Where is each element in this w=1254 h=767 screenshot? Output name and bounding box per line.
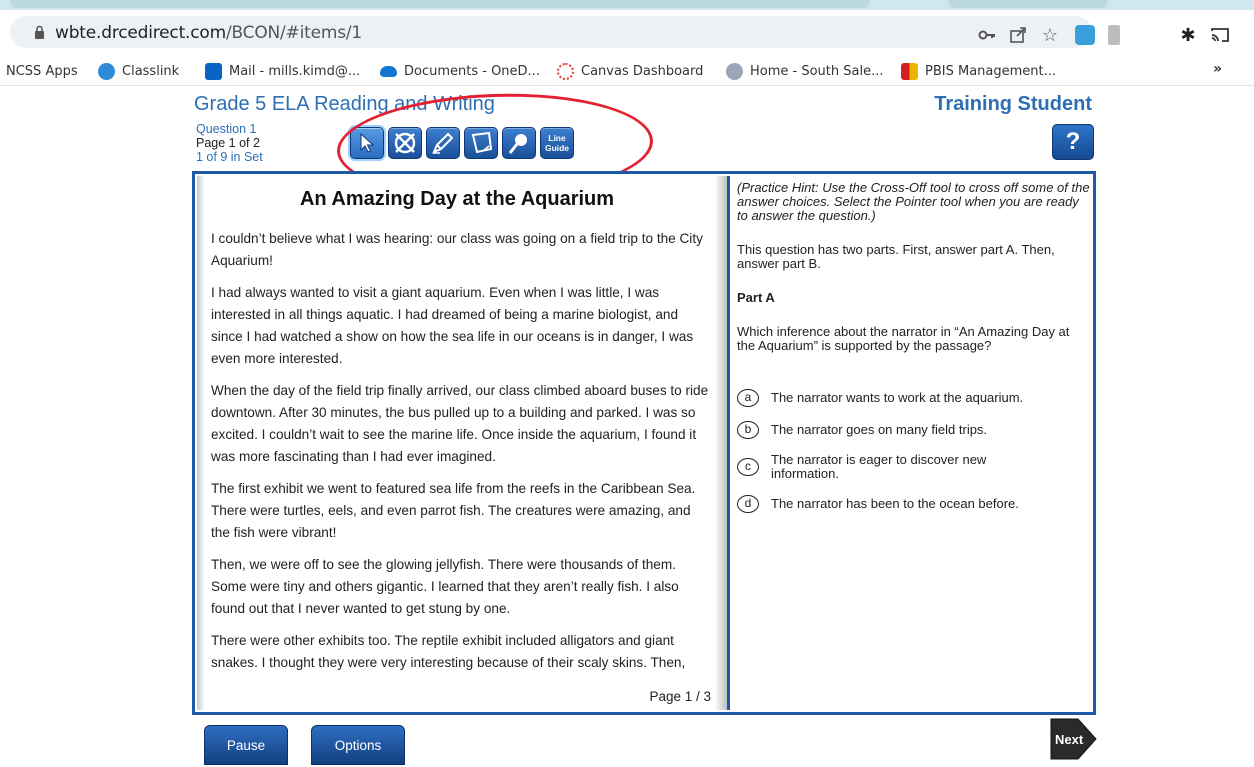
answer-text: The narrator has been to the ocean befor…	[771, 496, 1019, 511]
bookmark-pbis[interactable]: PBIS Management...	[901, 62, 1056, 80]
star-icon[interactable]: ☆	[1040, 25, 1060, 45]
browser-tabstrip	[0, 0, 1254, 10]
tab-background	[948, 0, 1108, 8]
answer-text: The narrator wants to work at the aquari…	[771, 390, 1024, 405]
options-button[interactable]: Options	[311, 725, 405, 765]
passage-paragraph: Then, we were off to see the glowing jel…	[211, 557, 679, 616]
answer-bubble[interactable]: d	[737, 495, 759, 513]
passage-title: An Amazing Day at the Aquarium	[299, 188, 615, 210]
answer-text: The narrator is eager to discover new in…	[771, 452, 987, 481]
passage-page-number: Page 1 / 3	[649, 689, 711, 704]
highlighter-icon	[432, 132, 454, 154]
answer-bubble[interactable]: c	[737, 458, 759, 476]
question-panel: (Practice Hint: Use the Cross-Off tool t…	[737, 181, 1091, 527]
answer-text: The narrator goes on many field trips.	[771, 422, 988, 437]
cloud-icon	[380, 65, 397, 77]
cast-icon[interactable]	[1210, 25, 1230, 45]
item-frame: An Amazing Day at the Aquarium I couldn’…	[192, 171, 1096, 715]
practice-hint: (Practice Hint: Use the Cross-Off tool t…	[737, 180, 1090, 223]
share-icon[interactable]	[1008, 25, 1028, 45]
page-shadow-right	[715, 176, 727, 710]
answer-choice-d[interactable]: d The narrator has been to the ocean bef…	[737, 495, 1091, 513]
pointer-tool-button[interactable]	[350, 127, 384, 159]
highlighter-tool-button[interactable]	[426, 127, 460, 159]
bookmark-mail[interactable]: Mail - mills.kimd@...	[205, 62, 360, 80]
page-indicator: Page 1 of 2	[196, 136, 260, 150]
cross-off-tool-button[interactable]	[388, 127, 422, 159]
question-number: Question 1	[196, 122, 257, 136]
answer-bubble[interactable]: a	[737, 389, 759, 407]
extension-icon[interactable]	[1075, 25, 1095, 45]
part-label: Part A	[737, 290, 775, 305]
passage-panel[interactable]: An Amazing Day at the Aquarium I couldn’…	[197, 176, 730, 710]
passage-paragraph: The first exhibit we went to featured se…	[211, 481, 696, 540]
student-name: Training Student	[934, 93, 1092, 115]
set-indicator: 1 of 9 in Set	[196, 150, 263, 164]
question-intro: This question has two parts. First, answ…	[737, 242, 1055, 271]
line-guide-label: Line Guide	[544, 133, 570, 153]
answer-choice-c[interactable]: c The narrator is eager to discover new …	[737, 453, 1091, 481]
question-info: Question 1 Page 1 of 2 1 of 9 in Set	[196, 122, 263, 164]
bookmark-ncss-apps[interactable]: NCSS Apps	[6, 62, 78, 80]
page-shadow-left	[197, 176, 205, 710]
school-icon	[726, 62, 743, 80]
address-bar: wbte.drcedirect.com/BCON/#items/1 ☆ ✱	[0, 10, 1254, 54]
lock-icon[interactable]	[34, 25, 45, 39]
passage-paragraph: There were other exhibits too. The repti…	[211, 633, 686, 670]
sticky-note-icon	[471, 131, 493, 154]
cross-off-icon	[394, 132, 416, 154]
url-text[interactable]: wbte.drcedirect.com/BCON/#items/1	[55, 23, 362, 43]
key-icon[interactable]	[977, 25, 997, 45]
pause-button[interactable]: Pause	[204, 725, 288, 765]
tools-toolbar: Line Guide	[350, 127, 574, 161]
answer-choice-b[interactable]: b The narrator goes on many field trips.	[737, 421, 1091, 439]
bookmark-onedrive[interactable]: Documents - OneD...	[380, 62, 540, 80]
answer-bubble[interactable]: b	[737, 421, 759, 439]
bookmarks-bar: NCSS Apps Classlink Mail - mills.kimd@..…	[0, 54, 1254, 86]
question-stem: Which inference about the narrator in “A…	[737, 324, 1070, 353]
classlink-icon	[98, 62, 115, 80]
extension-icon[interactable]	[1108, 25, 1120, 45]
puzzle-icon[interactable]: ✱	[1178, 25, 1198, 45]
magnifier-tool-button[interactable]	[502, 127, 536, 159]
test-title: Grade 5 ELA Reading and Writing	[194, 93, 495, 115]
bookmark-canvas[interactable]: Canvas Dashboard	[557, 62, 703, 80]
outlook-icon	[205, 62, 222, 80]
pbis-icon	[901, 62, 918, 80]
passage-text: I couldn’t believe what I was hearing: o…	[211, 228, 711, 684]
bookmark-home-south-salem[interactable]: Home - South Sale...	[726, 62, 884, 80]
next-label: Next	[1055, 732, 1084, 747]
bookmark-classlink[interactable]: Classlink	[98, 62, 179, 80]
next-arrow-icon: Next	[1050, 718, 1097, 760]
tab-background	[10, 0, 870, 8]
answer-choice-a[interactable]: a The narrator wants to work at the aqua…	[737, 389, 1091, 407]
passage-paragraph: I had always wanted to visit a giant aqu…	[211, 285, 694, 366]
magnifier-icon	[508, 134, 527, 154]
line-guide-tool-button[interactable]: Line Guide	[540, 127, 574, 159]
next-button[interactable]: Next	[1048, 716, 1098, 762]
passage-paragraph: I couldn’t believe what I was hearing: o…	[211, 231, 703, 268]
passage-paragraph: When the day of the field trip finally a…	[211, 383, 709, 464]
help-button[interactable]: ?	[1052, 124, 1094, 160]
canvas-icon	[557, 62, 574, 80]
pointer-icon	[360, 132, 375, 153]
bookmarks-overflow-button[interactable]: »	[1213, 61, 1222, 77]
sticky-note-tool-button[interactable]	[464, 127, 498, 159]
